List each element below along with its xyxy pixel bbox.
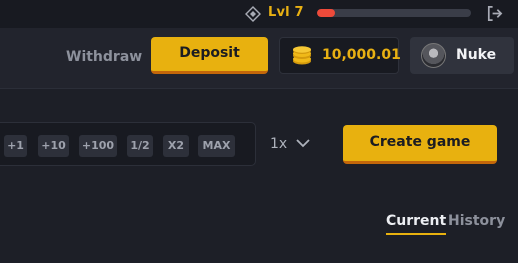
bet-chip-double[interactable]: X2 [163,135,189,157]
balance-amount: 10,000.01 [322,47,401,63]
withdraw-button[interactable]: Withdraw [60,45,148,69]
tab-current[interactable]: Current [386,213,447,235]
bet-amount-panel: +1 +10 +100 1/2 X2 MAX [0,122,256,166]
level-label: Lvl 7 [268,5,304,20]
tab-history[interactable]: History [448,213,505,229]
logout-icon[interactable] [485,4,504,23]
coin-stack-icon [293,46,311,65]
diamond-icon [245,6,261,22]
top-bar: Lvl 7 [0,0,518,28]
deposit-button[interactable]: Deposit [151,37,268,74]
chevron-down-icon[interactable] [296,138,310,148]
bet-chip-plus-100[interactable]: +100 [79,135,117,157]
user-menu-button[interactable]: Nuke [410,37,514,74]
multiplier-select[interactable]: 1x [270,136,287,152]
header: Withdraw Deposit 10,000.01 Nuke [0,28,518,89]
bet-chip-plus-10[interactable]: +10 [38,135,69,157]
bet-chip-plus-1[interactable]: +1 [4,135,27,157]
xp-progress-fill [317,9,336,17]
create-game-button[interactable]: Create game [343,125,497,164]
balance-display: 10,000.01 [279,37,401,74]
bet-chip-max[interactable]: MAX [198,135,235,157]
bet-chip-half[interactable]: 1/2 [127,135,153,157]
user-name: Nuke [456,47,497,63]
avatar [421,43,446,68]
xp-progress-bar [317,9,471,17]
